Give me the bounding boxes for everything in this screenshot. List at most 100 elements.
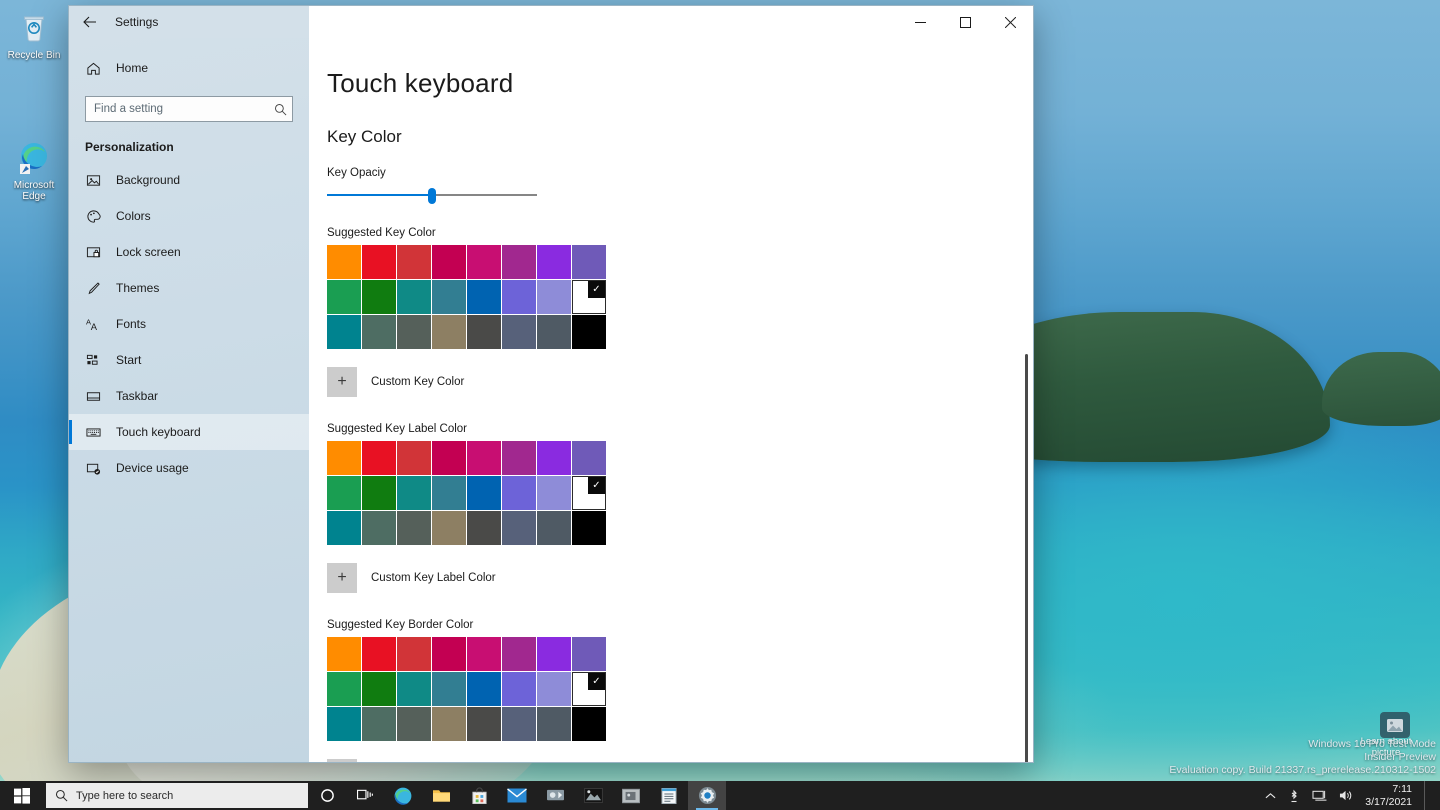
- start-button[interactable]: [0, 781, 44, 810]
- minimize-button[interactable]: [898, 6, 943, 38]
- color-swatch[interactable]: [572, 707, 606, 741]
- custom-key-border-color-row[interactable]: + Custom Key Border Color: [327, 759, 1033, 762]
- color-swatch[interactable]: [327, 707, 361, 741]
- tray-expand-chevron-icon[interactable]: [1265, 792, 1276, 800]
- color-swatch[interactable]: [397, 245, 431, 279]
- plus-icon[interactable]: +: [327, 759, 357, 762]
- sidebar-item-colors[interactable]: Colors: [69, 198, 309, 234]
- taskbar-app-edge[interactable]: [384, 781, 422, 810]
- color-swatch[interactable]: [537, 245, 571, 279]
- taskbar-app-photos[interactable]: [612, 781, 650, 810]
- color-swatch[interactable]: [397, 476, 431, 510]
- color-swatch[interactable]: [397, 441, 431, 475]
- color-swatch[interactable]: [362, 707, 396, 741]
- color-swatch[interactable]: [502, 511, 536, 545]
- color-swatch[interactable]: [537, 637, 571, 671]
- color-swatch[interactable]: [537, 280, 571, 314]
- color-swatch[interactable]: [467, 315, 501, 349]
- desktop-icon-microsoft-edge[interactable]: Microsoft Edge: [2, 140, 66, 202]
- plus-icon[interactable]: +: [327, 367, 357, 397]
- color-swatch[interactable]: [327, 672, 361, 706]
- color-swatch[interactable]: [362, 476, 396, 510]
- color-swatch[interactable]: [502, 280, 536, 314]
- color-swatch[interactable]: [362, 511, 396, 545]
- swatch-grid-key-border-color[interactable]: ✓: [327, 637, 606, 741]
- color-swatch[interactable]: [467, 245, 501, 279]
- tray-network-icon[interactable]: [1312, 789, 1327, 802]
- color-swatch[interactable]: [327, 245, 361, 279]
- color-swatch[interactable]: [467, 476, 501, 510]
- color-swatch[interactable]: [502, 637, 536, 671]
- color-swatch[interactable]: [397, 637, 431, 671]
- color-swatch[interactable]: [397, 707, 431, 741]
- title-bar-drag-region[interactable]: [309, 6, 898, 38]
- color-swatch[interactable]: [502, 315, 536, 349]
- color-swatch[interactable]: ✓: [572, 672, 606, 706]
- settings-window[interactable]: Settings Home Find a setting Personaliza…: [68, 5, 1034, 763]
- color-swatch[interactable]: [432, 672, 466, 706]
- color-swatch[interactable]: [432, 245, 466, 279]
- custom-key-label-color-row[interactable]: + Custom Key Label Color: [327, 563, 1033, 593]
- swatch-grid-key-label-color[interactable]: ✓: [327, 441, 606, 545]
- search-input[interactable]: [86, 103, 268, 115]
- desktop[interactable]: Recycle Bin Microsoft Edge Settings Home…: [0, 0, 1440, 810]
- color-swatch[interactable]: [502, 672, 536, 706]
- tray-volume-icon[interactable]: [1339, 789, 1353, 802]
- learn-about-picture-label[interactable]: Learn about picture: [1354, 736, 1418, 758]
- taskbar[interactable]: Type here to search 7:11 3/17/2021: [0, 781, 1440, 810]
- color-swatch[interactable]: [502, 441, 536, 475]
- cortana-button[interactable]: [308, 781, 346, 810]
- sidebar-item-lock-screen[interactable]: Lock screen: [69, 234, 309, 270]
- color-swatch[interactable]: [467, 707, 501, 741]
- color-swatch[interactable]: [537, 441, 571, 475]
- color-swatch[interactable]: [502, 245, 536, 279]
- task-view-button[interactable]: [346, 781, 384, 810]
- color-swatch[interactable]: [502, 476, 536, 510]
- slider-thumb[interactable]: [428, 188, 436, 204]
- color-swatch[interactable]: [432, 637, 466, 671]
- content-scrollbar[interactable]: [1019, 38, 1031, 762]
- close-button[interactable]: [988, 6, 1033, 38]
- color-swatch[interactable]: [397, 511, 431, 545]
- color-swatch[interactable]: [397, 315, 431, 349]
- sidebar-item-fonts[interactable]: A A Fonts: [69, 306, 309, 342]
- color-swatch[interactable]: [537, 672, 571, 706]
- color-swatch[interactable]: [397, 280, 431, 314]
- color-swatch[interactable]: [467, 441, 501, 475]
- window-title-bar[interactable]: Settings: [69, 6, 1033, 38]
- color-swatch[interactable]: [572, 637, 606, 671]
- learn-about-picture-icon[interactable]: [1380, 712, 1410, 738]
- color-swatch[interactable]: [362, 245, 396, 279]
- custom-key-color-row[interactable]: + Custom Key Color: [327, 367, 1033, 397]
- taskbar-app-photos-dark[interactable]: [574, 781, 612, 810]
- search-box[interactable]: [85, 96, 293, 122]
- taskbar-app-microsoft-store[interactable]: [460, 781, 498, 810]
- key-opacity-slider[interactable]: [327, 187, 537, 204]
- sidebar-item-taskbar[interactable]: Taskbar: [69, 378, 309, 414]
- color-swatch[interactable]: ✓: [572, 476, 606, 510]
- maximize-button[interactable]: [943, 6, 988, 38]
- taskbar-app-movies[interactable]: [536, 781, 574, 810]
- color-swatch[interactable]: [432, 441, 466, 475]
- color-swatch[interactable]: [572, 315, 606, 349]
- show-desktop-button[interactable]: [1424, 781, 1430, 810]
- color-swatch[interactable]: [432, 707, 466, 741]
- color-swatch[interactable]: [327, 476, 361, 510]
- sidebar-item-touch-keyboard[interactable]: Touch keyboard: [69, 414, 309, 450]
- color-swatch[interactable]: ✓: [572, 280, 606, 314]
- desktop-icon-recycle-bin[interactable]: Recycle Bin: [2, 10, 66, 61]
- color-swatch[interactable]: [467, 672, 501, 706]
- color-swatch[interactable]: [327, 441, 361, 475]
- scrollbar-thumb[interactable]: [1025, 354, 1028, 762]
- sidebar-item-start[interactable]: Start: [69, 342, 309, 378]
- taskbar-search-box[interactable]: Type here to search: [46, 783, 308, 808]
- color-swatch[interactable]: [537, 707, 571, 741]
- search-icon[interactable]: [268, 103, 292, 116]
- back-button[interactable]: [79, 11, 101, 33]
- color-swatch[interactable]: [362, 441, 396, 475]
- color-swatch[interactable]: [432, 476, 466, 510]
- color-swatch[interactable]: [362, 637, 396, 671]
- color-swatch[interactable]: [467, 511, 501, 545]
- color-swatch[interactable]: [572, 441, 606, 475]
- swatch-grid-key-color[interactable]: ✓: [327, 245, 606, 349]
